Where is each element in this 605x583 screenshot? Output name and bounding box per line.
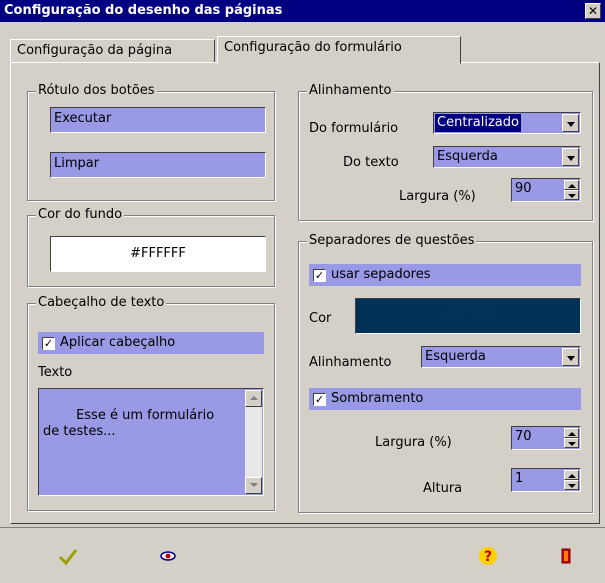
window-title: Configuração do desenho das páginas xyxy=(4,3,283,18)
use-separators-checkbox[interactable]: ✓ xyxy=(313,269,326,282)
tab-strip: Configuração da página Configuração do f… xyxy=(0,22,605,64)
separator-align-label: Alinhamento xyxy=(309,355,392,370)
spin-down-icon[interactable] xyxy=(564,190,579,200)
checkmark-icon xyxy=(58,549,78,566)
text-alignment-label: Do texto xyxy=(343,155,399,170)
group-title: Rótulo dos botões xyxy=(36,83,157,99)
header-text-value: Esse é um formulário de testes... xyxy=(43,408,215,439)
tab-page-settings[interactable]: Configuração da página xyxy=(10,39,215,63)
apply-header-checkbox-row[interactable]: ✓ Aplicar cabeçalho xyxy=(38,332,264,354)
preview-button[interactable] xyxy=(154,542,182,570)
execute-label-input[interactable]: Executar xyxy=(50,107,266,133)
header-text-area[interactable]: Esse é um formulário de testes... xyxy=(38,388,264,496)
apply-header-label: Aplicar cabeçalho xyxy=(60,335,176,350)
form-alignment-value: Centralizado xyxy=(435,114,521,132)
spin-down-icon[interactable] xyxy=(564,438,579,448)
form-alignment-label: Do formulário xyxy=(309,121,399,136)
group-header-text: Cabeçalho de texto ✓ Aplicar cabeçalho T… xyxy=(27,295,275,511)
width-value: 90 xyxy=(515,181,532,196)
text-alignment-value: Esquerda xyxy=(437,149,498,164)
separator-align-value: Esquerda xyxy=(425,349,486,364)
exit-button[interactable] xyxy=(552,542,580,570)
spin-up-icon[interactable] xyxy=(564,180,579,190)
group-title: Separadores de questões xyxy=(307,233,477,249)
scroll-down-icon[interactable] xyxy=(245,477,262,494)
group-title: Cabeçalho de texto xyxy=(36,295,167,311)
title-bar: Configuração do desenho das páginas ✕ xyxy=(0,0,605,22)
svg-text:?: ? xyxy=(484,549,492,565)
separator-height-spinner[interactable]: 1 xyxy=(511,468,581,492)
group-background-color: Cor do fundo #FFFFFF xyxy=(27,207,275,287)
help-button[interactable]: ? xyxy=(474,542,502,570)
scroll-up-icon[interactable] xyxy=(245,390,262,407)
spinner-buttons[interactable] xyxy=(564,180,579,200)
text-alignment-select[interactable]: Esquerda xyxy=(433,146,581,168)
separator-color-swatch[interactable]: #003157 xyxy=(355,298,581,334)
spin-up-icon[interactable] xyxy=(564,470,579,480)
apply-header-checkbox[interactable]: ✓ xyxy=(42,337,55,350)
background-color-swatch[interactable]: #FFFFFF xyxy=(50,236,266,272)
use-separators-checkbox-row[interactable]: ✓ usar sepadores xyxy=(309,264,581,286)
ok-button[interactable] xyxy=(54,542,82,570)
dialog-window: Configuração do desenho das páginas ✕ Co… xyxy=(0,0,605,583)
bottom-toolbar: ? xyxy=(0,527,605,583)
group-title: Cor do fundo xyxy=(36,207,125,223)
shading-label: Sombramento xyxy=(331,391,424,406)
eye-icon xyxy=(160,551,176,561)
spin-down-icon[interactable] xyxy=(564,480,579,490)
form-alignment-select[interactable]: Centralizado xyxy=(433,112,581,134)
separator-width-label: Largura (%) xyxy=(375,435,452,450)
separator-color-label: Cor xyxy=(309,311,332,326)
separator-align-select[interactable]: Esquerda xyxy=(421,346,581,368)
text-label: Texto xyxy=(38,365,73,380)
shading-checkbox-row[interactable]: ✓ Sombramento xyxy=(309,388,581,410)
width-label: Largura (%) xyxy=(399,189,476,204)
separator-height-label: Altura xyxy=(423,481,463,496)
group-button-labels: Rótulo dos botões Executar Limpar xyxy=(27,83,275,201)
spinner-buttons[interactable] xyxy=(564,428,579,448)
chevron-down-icon[interactable] xyxy=(562,348,579,366)
help-icon: ? xyxy=(479,547,497,565)
tab-panel: Rótulo dos botões Executar Limpar Cor do… xyxy=(10,62,600,524)
use-separators-label: usar sepadores xyxy=(331,267,431,282)
chevron-down-icon[interactable] xyxy=(562,114,579,132)
shading-checkbox[interactable]: ✓ xyxy=(313,393,326,406)
textarea-scrollbar[interactable] xyxy=(245,390,262,494)
separator-width-spinner[interactable]: 70 xyxy=(511,426,581,450)
clear-label-input[interactable]: Limpar xyxy=(50,152,266,178)
spin-up-icon[interactable] xyxy=(564,428,579,438)
close-button[interactable]: ✕ xyxy=(585,3,601,19)
chevron-down-icon[interactable] xyxy=(562,148,579,166)
tab-form-settings[interactable]: Configuração do formulário xyxy=(217,36,461,64)
group-alignment: Alinhamento Do formulário Centralizado D… xyxy=(298,83,593,221)
group-separators: Separadores de questões ✓ usar sepadores… xyxy=(298,233,593,513)
width-spinner[interactable]: 90 xyxy=(511,178,581,202)
separator-height-value: 1 xyxy=(515,471,524,486)
exit-door-icon xyxy=(561,548,571,564)
group-title: Alinhamento xyxy=(307,83,394,99)
spinner-buttons[interactable] xyxy=(564,470,579,490)
separator-width-value: 70 xyxy=(515,429,532,444)
